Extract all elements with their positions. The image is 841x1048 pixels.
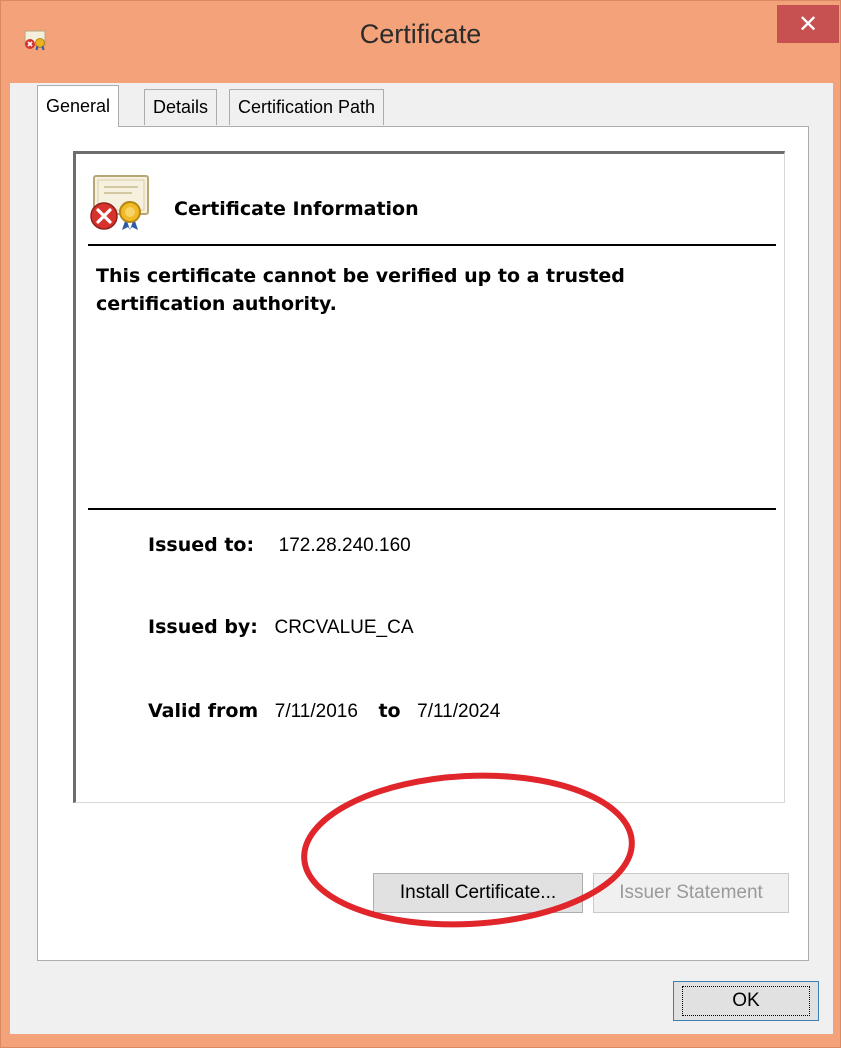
ok-label: OK bbox=[682, 986, 810, 1016]
issued-by-row: Issued by: CRCVALUE_CA bbox=[148, 616, 414, 639]
verification-warning: This certificate cannot be verified up t… bbox=[96, 265, 625, 315]
window-title: Certificate bbox=[359, 19, 482, 49]
tab-label: Details bbox=[153, 97, 209, 117]
validity-row: Valid from 7/11/2016 to 7/11/2024 bbox=[148, 700, 500, 723]
general-tab-panel: Certificate Information This certificate… bbox=[37, 126, 809, 961]
valid-from-value: 7/11/2016 bbox=[274, 701, 358, 722]
certificate-info-heading: Certificate Information bbox=[174, 198, 419, 220]
issued-to-value: 172.28.240.160 bbox=[278, 535, 411, 556]
tab-label: General bbox=[46, 96, 111, 116]
valid-to-label: to bbox=[378, 700, 401, 722]
ok-button[interactable]: OK bbox=[673, 981, 819, 1021]
dialog-client-area: General Details Certification Path Certi… bbox=[10, 83, 833, 1034]
issuer-statement-label: Issuer Statement bbox=[619, 882, 763, 903]
title-bar[interactable]: Certificate ✕ bbox=[1, 1, 840, 83]
certificate-error-icon bbox=[88, 174, 150, 230]
heading-divider bbox=[88, 244, 776, 246]
close-button[interactable]: ✕ bbox=[777, 5, 839, 43]
install-certificate-label: Install Certificate... bbox=[399, 882, 557, 903]
issued-to-row: Issued to: 172.28.240.160 bbox=[148, 534, 411, 557]
issued-to-label: Issued to: bbox=[148, 534, 255, 556]
issuer-statement-button: Issuer Statement bbox=[593, 873, 789, 913]
valid-to-value: 7/11/2024 bbox=[417, 701, 501, 722]
certificate-dialog: Certificate ✕ General Details Certificat… bbox=[0, 0, 841, 1048]
certificate-info-box: Certificate Information This certificate… bbox=[73, 151, 785, 803]
issued-by-value: CRCVALUE_CA bbox=[274, 617, 414, 638]
tab-certification-path[interactable]: Certification Path bbox=[229, 89, 385, 125]
install-certificate-button[interactable]: Install Certificate... bbox=[373, 873, 583, 913]
tab-details[interactable]: Details bbox=[144, 89, 218, 125]
valid-from-label: Valid from bbox=[148, 700, 259, 722]
fields-divider bbox=[88, 508, 776, 510]
tab-label: Certification Path bbox=[238, 97, 376, 117]
close-icon: ✕ bbox=[797, 10, 819, 38]
tab-general[interactable]: General bbox=[37, 85, 120, 127]
issued-by-label: Issued by: bbox=[148, 616, 258, 638]
